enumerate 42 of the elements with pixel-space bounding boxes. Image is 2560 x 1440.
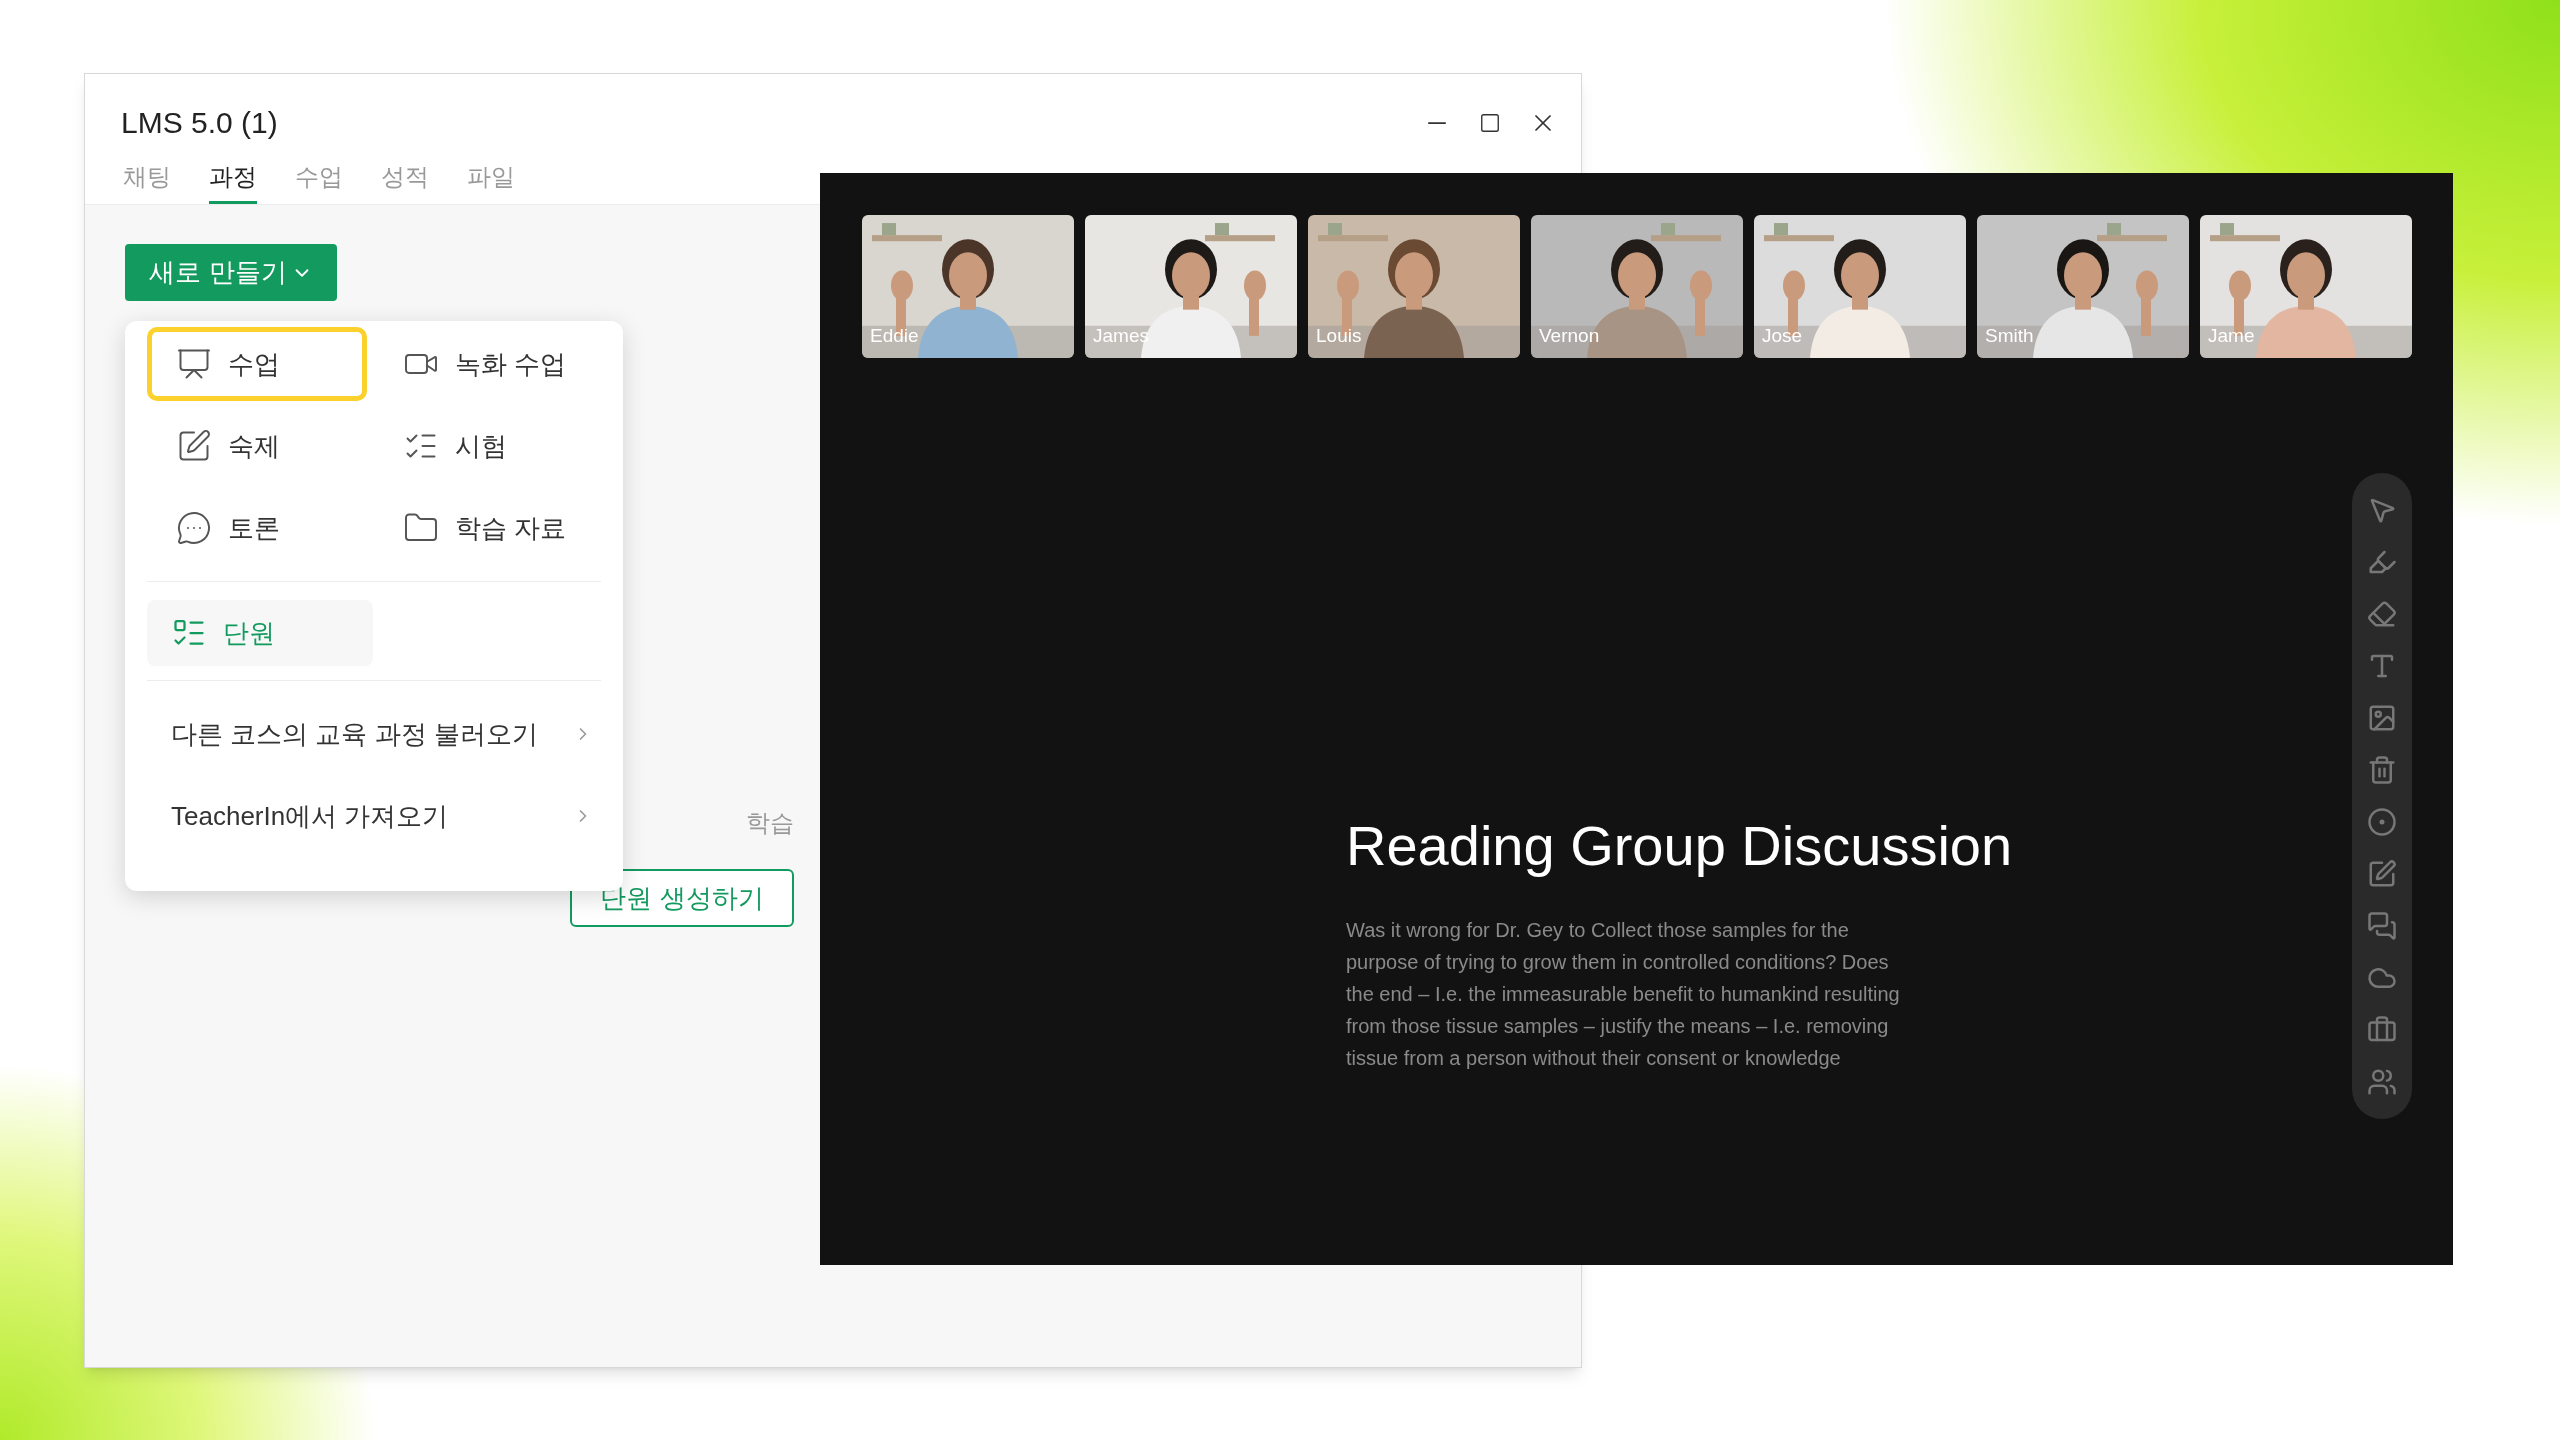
menu-item[interactable]: 녹화 수업 bbox=[374, 327, 594, 401]
video-tile[interactable]: Vernon bbox=[1531, 215, 1743, 358]
tab[interactable]: 성적 bbox=[381, 159, 429, 204]
participant-name: James bbox=[1093, 323, 1149, 348]
menu-item[interactable]: 다른 코스의 교육 과정 불러오기 bbox=[147, 693, 601, 775]
video-tile[interactable]: Jame bbox=[2200, 215, 2412, 358]
video-tile[interactable]: Eddie bbox=[862, 215, 1074, 358]
circle-icon[interactable] bbox=[2367, 807, 2397, 837]
chat-bubbles-icon[interactable] bbox=[2367, 911, 2397, 941]
menu-item[interactable]: 단원 bbox=[147, 600, 373, 666]
menu-item[interactable]: 수업 bbox=[147, 327, 367, 401]
video-tile[interactable]: Smith bbox=[1977, 215, 2189, 358]
slide-body: Was it wrong for Dr. Gey to Collect those samples for the purpose of trying to grow them in controlled conditions? Does the end – I.e. the immeasurable benefit to humankind resulting from those tissue samples – justify the means – I.e. removing tissue from a person without their consent or knowledge bbox=[1346, 918, 1901, 1071]
participant-name: Jose bbox=[1762, 323, 1803, 348]
tab[interactable]: 파일 bbox=[467, 159, 515, 204]
empty-state-text: 학습 bbox=[746, 808, 794, 838]
menu-item[interactable]: 시험 bbox=[374, 409, 594, 483]
eraser-icon[interactable] bbox=[2367, 599, 2397, 629]
maximize-icon[interactable] bbox=[1479, 111, 1501, 134]
video-tile[interactable]: Jose bbox=[1754, 215, 1966, 358]
window-title: LMS 5.0 (1) bbox=[121, 105, 278, 141]
menu-item[interactable]: TeacherIn에서 가져오기 bbox=[147, 775, 601, 857]
participant-name: Eddie bbox=[870, 323, 919, 348]
participant-name: Louis bbox=[1316, 323, 1362, 348]
menu-item[interactable]: 토론 bbox=[147, 491, 367, 565]
participant-name: Vernon bbox=[1539, 323, 1600, 348]
tab[interactable]: 채팅 bbox=[123, 159, 171, 204]
image-icon[interactable] bbox=[2367, 703, 2397, 733]
tab[interactable]: 과정 bbox=[209, 159, 257, 204]
menu-item[interactable]: 숙제 bbox=[147, 409, 367, 483]
participant-name: Jame bbox=[2208, 323, 2255, 348]
participant-name: Smith bbox=[1985, 323, 2034, 348]
speech-bubble-icon bbox=[176, 510, 212, 546]
menu-item[interactable]: 학습 자료 bbox=[374, 491, 594, 565]
people-icon[interactable] bbox=[2367, 1067, 2397, 1097]
video-tile[interactable]: Louis bbox=[1308, 215, 1520, 358]
edit-icon[interactable] bbox=[2367, 859, 2397, 889]
new-button[interactable]: 새로 만들기 bbox=[125, 244, 337, 301]
create-unit-button[interactable]: 단원 생성하기 bbox=[570, 869, 794, 927]
trash-icon[interactable] bbox=[2367, 755, 2397, 785]
video-tile[interactable]: James bbox=[1085, 215, 1297, 358]
tab[interactable]: 수업 bbox=[295, 159, 343, 204]
